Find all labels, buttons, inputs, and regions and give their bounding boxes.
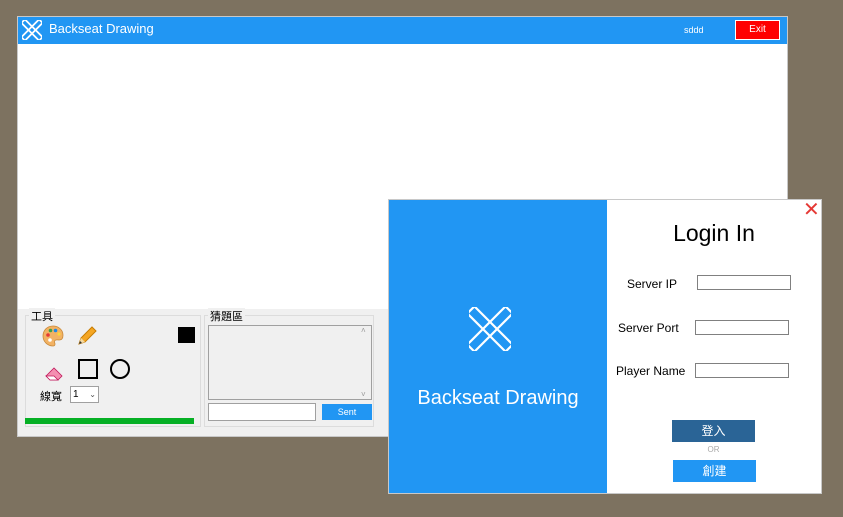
username-label: sddd [684,25,704,35]
guess-group: 猜題區 ˄ ˅ Sent [204,308,374,427]
window-title: Backseat Drawing [49,21,154,36]
eraser-icon[interactable] [43,360,67,384]
progress-bar [25,418,194,424]
line-width-value: 1 [73,389,79,400]
line-width-select[interactable]: 1 ⌄ [70,386,99,403]
close-icon[interactable]: ✕ [803,200,820,220]
or-divider: OR [707,445,720,454]
square-icon[interactable] [76,357,100,381]
guess-group-title: 猜題區 [208,308,245,324]
guess-input[interactable] [208,403,316,421]
login-brand-panel: Backseat Drawing [389,200,607,493]
server-port-field[interactable] [695,320,789,335]
chat-log[interactable]: ˄ ˅ [208,325,372,400]
login-title: Login In [673,220,755,246]
scroll-up-icon[interactable]: ˄ [361,326,366,335]
title-bar: Backseat Drawing sddd Exit [18,17,787,44]
create-button[interactable]: 創建 [673,460,756,482]
pencil-icon[interactable] [75,324,99,348]
line-width-label: 線寬 [40,391,62,403]
circle-icon[interactable] [108,357,132,381]
exit-button[interactable]: Exit [735,20,780,40]
player-name-field[interactable] [695,363,789,378]
tools-group: 工具 線寬 1 ⌄ [25,308,201,427]
chat-scrollbar[interactable]: ˄ ˅ [359,326,371,399]
chevron-down-icon: ⌄ [89,390,96,399]
progress-fill [25,418,194,424]
server-ip-label: Server IP [627,277,678,291]
ruler-pencil-icon [469,307,511,351]
login-brand-title: Backseat Drawing [417,387,579,409]
ruler-pencil-icon [22,20,42,40]
tools-group-title: 工具 [29,308,55,324]
current-color-swatch[interactable] [178,327,195,343]
scroll-down-icon[interactable]: ˅ [361,390,366,399]
palette-icon[interactable] [41,324,65,348]
send-button[interactable]: Sent [322,404,372,420]
server-port-label: Server Port [618,321,679,335]
login-dialog: Backseat Drawing ✕ Login In Server IP Se… [388,199,822,494]
player-name-label: Player Name [616,364,686,378]
server-ip-field[interactable] [697,275,791,290]
login-button[interactable]: 登入 [672,420,755,442]
